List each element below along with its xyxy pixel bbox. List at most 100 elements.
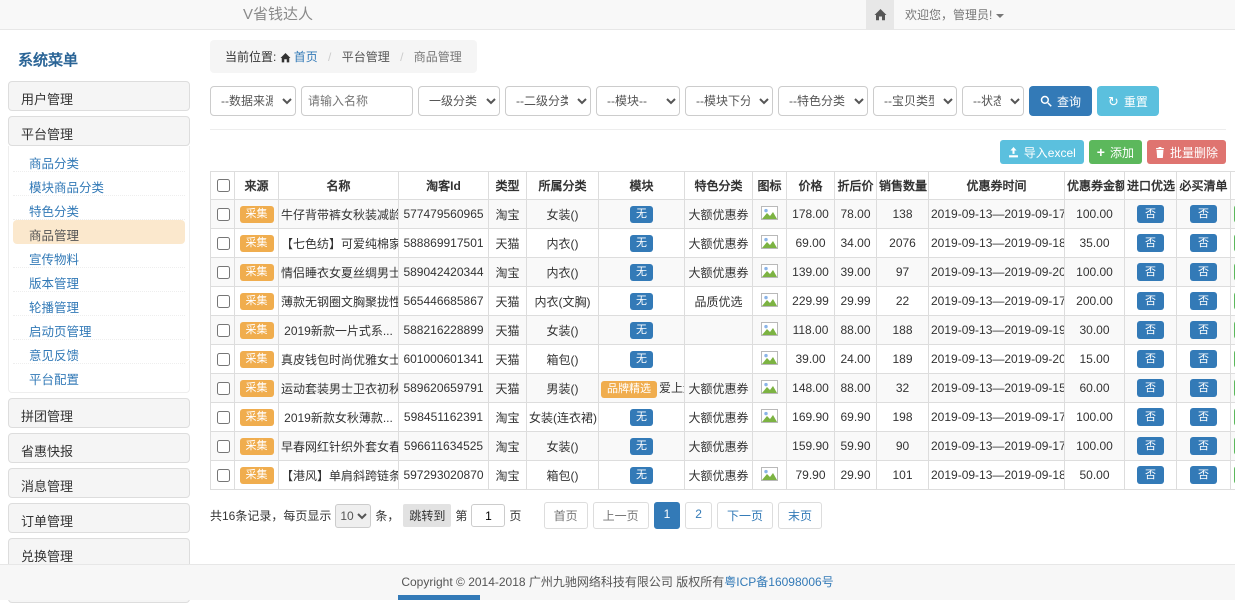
- imported-toggle-button[interactable]: 否: [1137, 350, 1164, 368]
- cell-category: 女装(): [527, 200, 599, 229]
- cell-feature: 大额优惠券: [685, 374, 753, 403]
- row-checkbox[interactable]: [217, 353, 230, 366]
- cell-tk-id: 589620659791: [399, 374, 489, 403]
- icp-link[interactable]: 粤ICP备16098006号: [724, 575, 833, 589]
- filter-select[interactable]: --模块--: [596, 86, 680, 116]
- search-icon: [1040, 95, 1052, 107]
- import-excel-button[interactable]: 导入excel: [1000, 140, 1084, 164]
- module-extra: 爱上运动: [659, 381, 685, 395]
- source-badge: 采集: [240, 235, 274, 252]
- sidebar-item[interactable]: 宣传物料: [13, 244, 185, 268]
- must-buy-toggle-button[interactable]: 否: [1190, 205, 1217, 223]
- imported-toggle-button[interactable]: 否: [1137, 263, 1164, 281]
- cell-sales: 188: [877, 316, 929, 345]
- after-input-text: 页: [509, 507, 521, 524]
- add-button[interactable]: + 添加: [1089, 140, 1142, 164]
- must-buy-toggle-button[interactable]: 否: [1190, 466, 1217, 484]
- must-buy-toggle-button[interactable]: 否: [1190, 379, 1217, 397]
- row-checkbox[interactable]: [217, 208, 230, 221]
- filter-select[interactable]: --二级分类--: [505, 86, 591, 116]
- must-buy-toggle-button[interactable]: 否: [1190, 408, 1217, 426]
- sidebar-item[interactable]: 商品分类: [13, 148, 185, 172]
- table-row: 采集 运动套装男士卫衣初秋... 589620659791 天猫 男装() 品牌…: [211, 374, 1235, 403]
- home-icon[interactable]: [866, 0, 894, 29]
- sidebar-item[interactable]: 启动页管理: [13, 316, 185, 340]
- pagination-item[interactable]: 下一页: [717, 502, 773, 529]
- filter-select[interactable]: --特色分类--: [778, 86, 868, 116]
- breadcrumb-home-link[interactable]: 首页: [280, 50, 321, 64]
- column-header: 价格: [787, 172, 835, 200]
- sidebar-group-header[interactable]: 拼团管理: [8, 398, 190, 428]
- data-source-select[interactable]: --数据来源--: [210, 86, 296, 116]
- sidebar-item[interactable]: 轮播管理: [13, 292, 185, 316]
- sidebar-item[interactable]: 特色分类: [13, 196, 185, 220]
- imported-toggle-button[interactable]: 否: [1137, 205, 1164, 223]
- row-checkbox[interactable]: [217, 382, 230, 395]
- filter-select[interactable]: --状态--: [962, 86, 1024, 116]
- per-page-select[interactable]: 10: [335, 504, 371, 528]
- pagination-item[interactable]: 1: [654, 502, 681, 529]
- must-buy-toggle-button[interactable]: 否: [1190, 263, 1217, 281]
- reset-button[interactable]: ↻ 重置: [1097, 86, 1159, 116]
- batch-delete-button[interactable]: 批量删除: [1147, 140, 1226, 164]
- sidebar-item[interactable]: 意见反馈: [13, 340, 185, 364]
- cell-coupon-amount: 15.00: [1065, 345, 1125, 374]
- pagination-item[interactable]: 末页: [778, 502, 822, 529]
- name-search-input[interactable]: [301, 86, 413, 116]
- row-checkbox[interactable]: [217, 237, 230, 250]
- cell-sales: 2076: [877, 229, 929, 258]
- sidebar-item[interactable]: 商品管理: [13, 220, 185, 244]
- imported-toggle-button[interactable]: 否: [1137, 408, 1164, 426]
- cell-source: 采集: [235, 461, 279, 490]
- must-buy-toggle-button[interactable]: 否: [1190, 321, 1217, 339]
- imported-toggle-button[interactable]: 否: [1137, 292, 1164, 310]
- cell-name: 2019新款女秋薄款...: [279, 403, 399, 432]
- must-buy-toggle-button[interactable]: 否: [1190, 350, 1217, 368]
- filter-select[interactable]: --宝贝类型--: [873, 86, 957, 116]
- row-checkbox[interactable]: [217, 266, 230, 279]
- jump-page-input[interactable]: [471, 504, 505, 527]
- pagination-item[interactable]: 首页: [544, 502, 588, 529]
- sidebar-item[interactable]: 平台配置: [13, 364, 185, 388]
- pagination-item[interactable]: 2: [685, 502, 712, 529]
- sidebar-group-header[interactable]: 消息管理: [8, 468, 190, 498]
- sidebar-group-header[interactable]: 订单管理: [8, 503, 190, 533]
- imported-toggle-button[interactable]: 否: [1137, 379, 1164, 397]
- imported-toggle-button[interactable]: 否: [1137, 234, 1164, 252]
- user-menu[interactable]: 欢迎您，管理员!: [905, 0, 1004, 30]
- select-all-checkbox[interactable]: [217, 179, 230, 192]
- jump-button[interactable]: 跳转到: [403, 504, 451, 527]
- row-checkbox[interactable]: [217, 440, 230, 453]
- cell-price: 69.00: [787, 229, 835, 258]
- cell-type: 天猫: [489, 316, 527, 345]
- sidebar-group-header[interactable]: 省惠快报: [8, 433, 190, 463]
- cell-discount-price: 88.00: [835, 316, 877, 345]
- imported-toggle-button[interactable]: 否: [1137, 466, 1164, 484]
- cell-must-buy: 否: [1177, 403, 1231, 432]
- select-all-header: [211, 172, 235, 200]
- search-button[interactable]: 查询: [1029, 86, 1092, 116]
- module-badge: 无: [630, 293, 653, 310]
- imported-toggle-button[interactable]: 否: [1137, 321, 1164, 339]
- must-buy-toggle-button[interactable]: 否: [1190, 292, 1217, 310]
- row-checkbox[interactable]: [217, 324, 230, 337]
- filter-select[interactable]: --模块下分类--: [685, 86, 773, 116]
- cell-name: 薄款无钢圈文胸聚拢性...: [279, 287, 399, 316]
- sidebar-submenu: 商品分类模块商品分类特色分类商品管理宣传物料版本管理轮播管理启动页管理意见反馈平…: [8, 146, 190, 393]
- must-buy-toggle-button[interactable]: 否: [1190, 234, 1217, 252]
- row-checkbox[interactable]: [217, 469, 230, 482]
- sidebar-item[interactable]: 模块商品分类: [13, 172, 185, 196]
- sidebar-group-header[interactable]: 用户管理: [8, 81, 190, 111]
- imported-toggle-button[interactable]: 否: [1137, 437, 1164, 455]
- filter-select[interactable]: 一级分类: [418, 86, 500, 116]
- pagination-item[interactable]: 上一页: [593, 502, 649, 529]
- caret-down-icon: [996, 14, 1004, 18]
- cell-feature: 大额优惠券: [685, 229, 753, 258]
- sidebar-group-header[interactable]: 平台管理: [8, 116, 190, 146]
- row-checkbox[interactable]: [217, 411, 230, 424]
- row-checkbox[interactable]: [217, 295, 230, 308]
- source-badge: 采集: [240, 409, 274, 426]
- cell-type: 天猫: [489, 345, 527, 374]
- must-buy-toggle-button[interactable]: 否: [1190, 437, 1217, 455]
- sidebar-item[interactable]: 版本管理: [13, 268, 185, 292]
